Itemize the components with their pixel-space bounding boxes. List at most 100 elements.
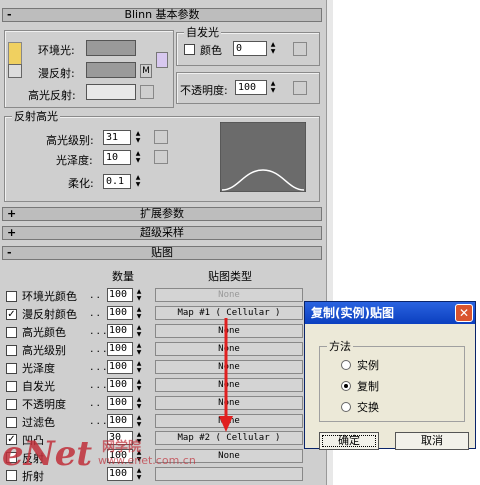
map-row-label: 高光颜色 — [22, 326, 66, 339]
highlight-graph-background — [220, 122, 306, 192]
map-row-amount-input[interactable]: 100 — [107, 414, 133, 428]
map-row-amount-input[interactable]: 100 — [107, 306, 133, 320]
map-row-amount-input[interactable]: 100 — [107, 360, 133, 374]
link-button-icon[interactable] — [8, 64, 22, 78]
map-row-amount-spinner[interactable]: ▲ ▼ — [135, 288, 143, 302]
map-row-amount-input[interactable]: 100 — [107, 324, 133, 338]
map-row-label: 凹凸 — [22, 434, 44, 447]
radio-instance-label: 实例 — [357, 359, 379, 372]
supersampling-rollout-header[interactable]: + 超级采样 — [2, 226, 322, 240]
self-illum-group-label: 自发光 — [184, 24, 221, 40]
specular-level-map-button[interactable] — [154, 130, 168, 144]
map-type-column-header: 贴图类型 — [208, 270, 252, 283]
self-illum-map-button[interactable] — [293, 42, 307, 56]
map-row-label: 高光级别 — [22, 344, 66, 357]
extended-params-rollout-header[interactable]: + 扩展参数 — [2, 207, 322, 221]
specular-highlights-label: 反射高光 — [12, 108, 60, 124]
opacity-label: 不透明度: — [180, 84, 228, 97]
rollout-title: 超级采样 — [140, 226, 184, 239]
drag-arrow-annotation — [219, 318, 233, 432]
map-row-amount-spinner[interactable]: ▲ ▼ — [135, 324, 143, 338]
rollout-title: 贴图 — [151, 246, 173, 259]
method-group-label: 方法 — [327, 338, 353, 354]
ambient-color-swatch[interactable] — [86, 40, 136, 56]
map-row-checkbox[interactable] — [6, 327, 17, 338]
map-row-amount-spinner[interactable]: ▲ ▼ — [135, 431, 143, 445]
glossiness-input[interactable]: 10 — [103, 150, 131, 165]
blinn-basic-rollout-header[interactable]: - Blinn 基本参数 — [2, 8, 322, 22]
rollout-collapse-sign: - — [7, 8, 12, 21]
map-row-map-button[interactable]: None — [155, 288, 303, 302]
map-row-checkbox[interactable]: ✓ — [6, 309, 17, 320]
map-row-amount-input[interactable]: 100 — [107, 396, 133, 410]
map-row-amount-input[interactable]: 100 — [107, 467, 133, 481]
map-row-label: 折射 — [22, 470, 44, 483]
map-row-amount-spinner[interactable]: ▲ ▼ — [135, 467, 143, 481]
map-row-checkbox[interactable] — [6, 452, 17, 463]
map-row-checkbox[interactable] — [6, 470, 17, 481]
map-row-checkbox[interactable] — [6, 291, 17, 302]
map-row-dots: .. — [90, 288, 103, 301]
glossiness-spinner[interactable]: ▲ ▼ — [134, 150, 142, 165]
map-row-label: 反射 — [22, 452, 44, 465]
close-icon[interactable]: ✕ — [455, 304, 473, 322]
opacity-map-button[interactable] — [293, 81, 307, 95]
opacity-spinner-arrows[interactable]: ▲ ▼ — [269, 80, 277, 95]
specular-level-spinner[interactable]: ▲ ▼ — [134, 130, 142, 145]
highlight-curve-graph — [220, 122, 306, 192]
material-editor-panel: - Blinn 基本参数 环境光: 漫反射: M 高光反射: 自发光 颜色 0 … — [0, 0, 326, 485]
cancel-button[interactable]: 取消 — [395, 432, 469, 450]
arrow-head — [219, 416, 233, 432]
map-row-dots: .. — [90, 306, 103, 319]
specular-color-swatch[interactable] — [86, 84, 136, 100]
self-illum-spinner-arrows[interactable]: ▲ ▼ — [269, 41, 277, 56]
map-row-amount-spinner[interactable]: ▲ ▼ — [135, 396, 143, 410]
ambient-label: 环境光: — [38, 44, 75, 57]
soften-label: 柔化: — [68, 177, 94, 190]
rollout-title: 扩展参数 — [140, 207, 184, 220]
lock-icon[interactable] — [156, 52, 168, 68]
diffuse-map-button[interactable]: M — [140, 64, 152, 78]
specular-map-button[interactable] — [140, 85, 154, 99]
radio-swap[interactable] — [341, 402, 351, 412]
map-row-amount-spinner[interactable]: ▲ ▼ — [135, 449, 143, 463]
ok-button[interactable]: 确定 — [319, 432, 379, 450]
radio-instance[interactable] — [341, 360, 351, 370]
opacity-value-input[interactable]: 100 — [235, 80, 267, 95]
rollout-collapse-sign: - — [7, 246, 12, 259]
map-row-label: 过滤色 — [22, 416, 55, 429]
soften-spinner[interactable]: ▲ ▼ — [134, 174, 142, 189]
soften-input[interactable]: 0.1 — [103, 174, 131, 189]
map-row-checkbox[interactable]: ✓ — [6, 434, 17, 445]
map-row-checkbox[interactable] — [6, 363, 17, 374]
map-row-label: 漫反射颜色 — [22, 308, 77, 321]
map-row-map-button[interactable]: None — [155, 449, 303, 463]
diffuse-color-swatch[interactable] — [86, 62, 136, 78]
map-row-amount-input[interactable]: 30 — [107, 431, 133, 445]
radio-copy[interactable] — [341, 381, 351, 391]
specular-level-label: 高光级别: — [46, 134, 94, 147]
radio-copy-label: 复制 — [357, 380, 379, 393]
map-row-map-button[interactable] — [155, 467, 303, 481]
map-row-checkbox[interactable] — [6, 381, 17, 392]
map-row-label: 自发光 — [22, 380, 55, 393]
map-row-amount-input[interactable]: 100 — [107, 288, 133, 302]
map-row-amount-spinner[interactable]: ▲ ▼ — [135, 360, 143, 374]
map-row-amount-spinner[interactable]: ▲ ▼ — [135, 342, 143, 356]
map-row-amount-input[interactable]: 100 — [107, 378, 133, 392]
self-illum-value-input[interactable]: 0 — [233, 41, 267, 56]
map-row-amount-spinner[interactable]: ▲ ▼ — [135, 414, 143, 428]
dialog-title: 复制(实例)贴图 — [305, 302, 475, 324]
map-row-amount-input[interactable]: 100 — [107, 449, 133, 463]
map-row-checkbox[interactable] — [6, 345, 17, 356]
map-row-amount-spinner[interactable]: ▲ ▼ — [135, 378, 143, 392]
map-row-amount-input[interactable]: 100 — [107, 342, 133, 356]
map-row-checkbox[interactable] — [6, 417, 17, 428]
specular-level-input[interactable]: 31 — [103, 130, 131, 145]
map-row-label: 环境光颜色 — [22, 290, 77, 303]
map-row-checkbox[interactable] — [6, 399, 17, 410]
maps-rollout-header[interactable]: - 贴图 — [2, 246, 322, 260]
self-illum-color-checkbox[interactable] — [184, 44, 195, 55]
glossiness-map-button[interactable] — [154, 150, 168, 164]
map-row-amount-spinner[interactable]: ▲ ▼ — [135, 306, 143, 320]
